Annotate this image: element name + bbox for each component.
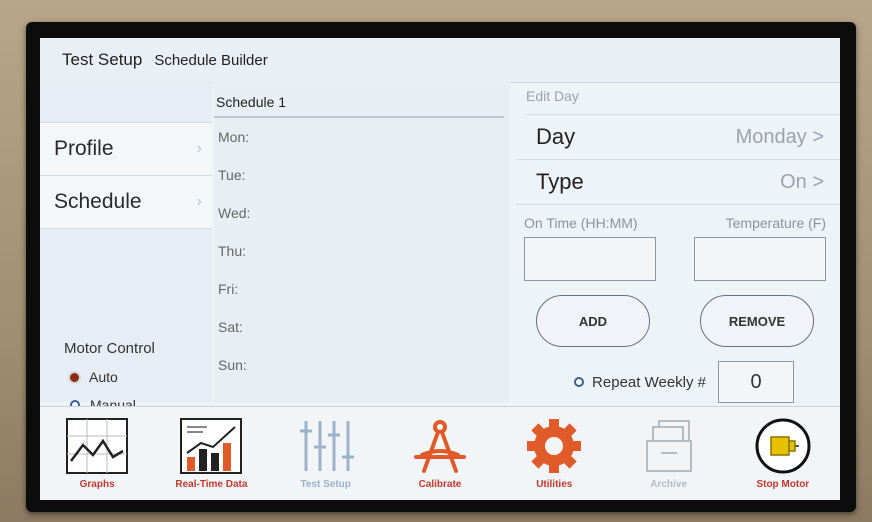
- day-row-sat[interactable]: Sat:: [214, 308, 510, 346]
- page-subtitle: Schedule Builder: [154, 51, 268, 69]
- utilities-label: Utilities: [536, 479, 573, 490]
- stop-motor-label: Stop Motor: [756, 479, 810, 490]
- remove-button[interactable]: REMOVE: [700, 295, 814, 347]
- on-time-input[interactable]: [524, 237, 656, 281]
- schedule-title: Schedule 1: [214, 82, 504, 118]
- radio-selected-icon: [70, 372, 79, 382]
- calibrate-label: Calibrate: [418, 479, 462, 490]
- radio-label: Auto: [89, 369, 118, 385]
- day-row-fri[interactable]: Fri:: [214, 270, 510, 308]
- bar-chart-icon: [180, 418, 243, 474]
- test-setup-label: Test Setup: [300, 479, 351, 490]
- bottom-toolbar: Graphs Real-Time Data Test Setup Calibra…: [40, 406, 840, 500]
- repeat-weekly-label: Repeat Weekly #: [592, 373, 706, 391]
- temperature-input[interactable]: [694, 237, 826, 281]
- day-row-sun[interactable]: Sun:: [214, 346, 510, 384]
- chevron-right-icon: ›: [196, 140, 202, 157]
- nav-item-profile[interactable]: Profile ›: [40, 123, 212, 176]
- type-value: On >: [780, 170, 824, 193]
- type-selector[interactable]: Type On >: [516, 160, 840, 205]
- motor-control-panel: Motor Control Auto Manual: [40, 294, 212, 413]
- radio-auto[interactable]: Auto: [70, 369, 212, 385]
- repeat-count-input[interactable]: 0: [718, 361, 794, 403]
- stop-motor-button[interactable]: Stop Motor: [735, 407, 831, 490]
- nav-item-label: Profile: [54, 137, 114, 160]
- archive-label: Archive: [650, 479, 687, 490]
- repeat-radio-icon[interactable]: [574, 377, 585, 387]
- motor-control-title: Motor Control: [64, 340, 155, 357]
- line-graph-icon: [66, 418, 129, 474]
- page-title: Test Setup: [62, 50, 143, 69]
- day-row-wed[interactable]: Wed:: [214, 194, 510, 232]
- type-label: Type: [536, 169, 584, 194]
- calibrate-button[interactable]: Calibrate: [392, 407, 488, 490]
- day-row-thu[interactable]: Thu:: [214, 232, 510, 270]
- nav-item-label: Schedule: [54, 190, 142, 213]
- graphs-label: Graphs: [79, 479, 115, 490]
- realtime-data-button[interactable]: Real-Time Data: [163, 407, 259, 490]
- day-selector[interactable]: Day Monday >: [516, 115, 840, 160]
- schedule-list: Schedule 1 Mon: Tue: Wed: Thu: Fri: Sat:…: [214, 82, 510, 402]
- nav-spacer: [40, 82, 212, 123]
- day-row-mon[interactable]: Mon:: [214, 118, 510, 156]
- edit-day-panel: Edit Day Day Monday > Type On > On Time …: [516, 82, 840, 403]
- touch-screen: Test Setup Schedule Builder Profile › Sc…: [40, 38, 840, 500]
- archive-button[interactable]: Archive: [621, 407, 717, 490]
- motor-icon: [755, 418, 811, 474]
- repeat-weekly-row: Repeat Weekly # 0: [516, 347, 840, 403]
- graphs-button[interactable]: Graphs: [49, 407, 145, 490]
- archive-icon: [645, 420, 692, 472]
- nav-item-schedule[interactable]: Schedule ›: [40, 176, 212, 229]
- gear-icon: [527, 419, 582, 473]
- compass-icon: [413, 420, 466, 473]
- utilities-button[interactable]: Utilities: [506, 407, 602, 490]
- day-value: Monday >: [735, 125, 824, 148]
- test-setup-button[interactable]: Test Setup: [278, 407, 374, 490]
- day-row-tue[interactable]: Tue:: [214, 156, 510, 194]
- chevron-right-icon: ›: [196, 193, 202, 210]
- realtime-data-label: Real-Time Data: [175, 479, 248, 490]
- add-button[interactable]: ADD: [536, 295, 650, 347]
- on-time-label: On Time (HH:MM): [524, 215, 638, 231]
- title-bar: Test Setup Schedule Builder: [40, 38, 840, 83]
- day-label: Day: [536, 124, 576, 149]
- edit-day-title: Edit Day: [526, 88, 840, 115]
- sliders-icon: [299, 421, 354, 471]
- left-nav: Profile › Schedule › Motor Control Auto …: [40, 82, 212, 413]
- temperature-label: Temperature (F): [725, 215, 826, 231]
